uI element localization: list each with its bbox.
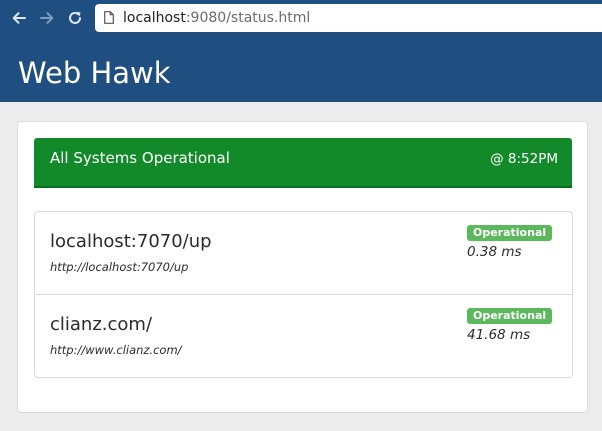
status-banner: All Systems Operational @ 8:52PM — [34, 138, 572, 188]
browser-toolbar: localhost:9080/status.html — [0, 0, 602, 37]
response-time: 0.38 ms — [467, 244, 522, 260]
arrow-left-icon — [12, 12, 26, 24]
status-badge: Operational — [467, 225, 553, 241]
service-url: http://localhost:7070/up — [50, 260, 189, 274]
forward-button[interactable] — [36, 7, 58, 29]
reload-button[interactable] — [64, 7, 86, 29]
page-icon — [104, 11, 114, 24]
url-text: localhost:9080/status.html — [123, 4, 310, 32]
response-time: 41.68 ms — [467, 327, 531, 343]
back-button[interactable] — [8, 7, 30, 29]
service-row: clianz.com/ http://www.clianz.com/ Opera… — [35, 295, 572, 378]
status-panel: All Systems Operational @ 8:52PM localho… — [17, 121, 588, 413]
url-host: localhost — [123, 10, 186, 26]
service-list: localhost:7070/up http://localhost:7070/… — [34, 211, 573, 378]
status-badge: Operational — [467, 308, 553, 324]
banner-time: @ 8:52PM — [490, 151, 558, 167]
url-path: :9080/status.html — [185, 10, 311, 26]
service-row: localhost:7070/up http://localhost:7070/… — [35, 212, 572, 295]
app-header: Web Hawk — [0, 37, 602, 102]
app-title: Web Hawk — [18, 56, 171, 90]
service-name: clianz.com/ — [50, 314, 153, 335]
address-bar[interactable]: localhost:9080/status.html — [95, 4, 602, 32]
arrow-right-icon — [40, 12, 54, 24]
service-url: http://www.clianz.com/ — [50, 343, 182, 357]
service-name: localhost:7070/up — [50, 231, 212, 252]
reload-icon — [69, 11, 81, 24]
banner-message: All Systems Operational — [50, 149, 230, 167]
